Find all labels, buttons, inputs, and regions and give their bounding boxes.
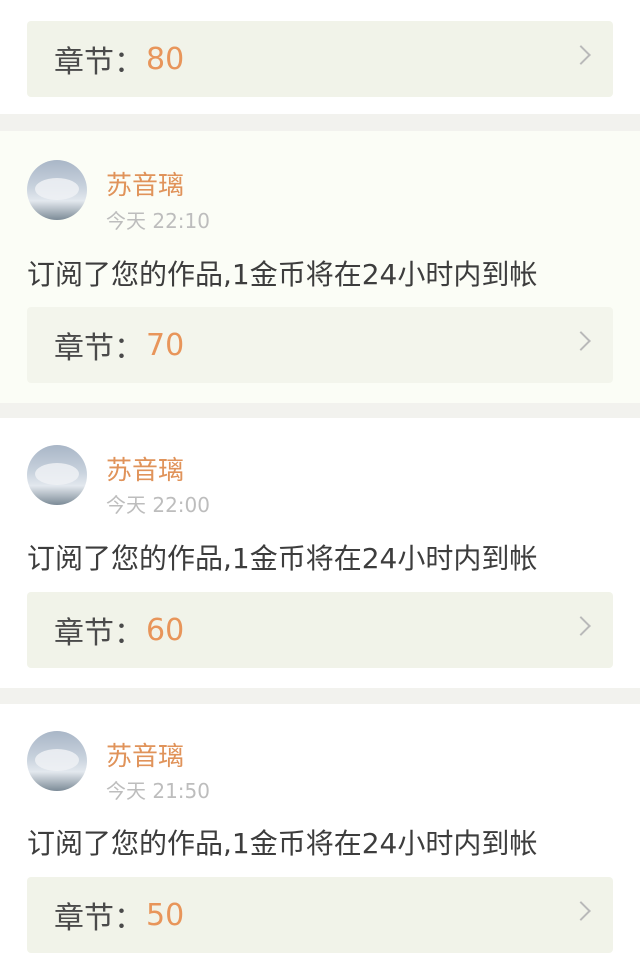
notification-message: 订阅了您的作品,1金币将在24小时内到帐	[27, 542, 538, 575]
chapter-link-row[interactable]: 章节： 80	[27, 21, 613, 97]
timestamp: 今天 22:10	[106, 209, 210, 233]
notification-message: 订阅了您的作品,1金币将在24小时内到帐	[27, 827, 538, 860]
chapter-link-row[interactable]: 章节： 70	[27, 307, 613, 383]
username[interactable]: 苏音璃	[106, 450, 184, 487]
notification-message: 订阅了您的作品,1金币将在24小时内到帐	[27, 258, 538, 291]
avatar[interactable]	[27, 445, 87, 505]
avatar[interactable]	[27, 731, 87, 791]
notification-card-partial: 章节： 80	[0, 0, 640, 114]
notification-card: 苏音璃 今天 22:10 订阅了您的作品,1金币将在24小时内到帐 章节： 70	[0, 131, 640, 403]
chevron-right-icon	[571, 331, 591, 351]
chapter-number: 60	[146, 612, 185, 648]
notification-card: 苏音璃 今天 21:50 订阅了您的作品,1金币将在24小时内到帐 章节： 50	[0, 704, 640, 970]
chapter-number: 70	[146, 327, 185, 363]
chevron-right-icon	[571, 45, 591, 65]
chapter-label: 章节：	[54, 901, 144, 936]
chevron-right-icon	[571, 616, 591, 636]
chapter-label: 章节：	[54, 331, 144, 366]
chapter-label: 章节：	[54, 616, 144, 651]
avatar[interactable]	[27, 160, 87, 220]
chapter-label: 章节：	[54, 45, 144, 80]
chapter-number: 80	[146, 41, 185, 77]
username[interactable]: 苏音璃	[106, 736, 184, 773]
username[interactable]: 苏音璃	[106, 165, 184, 202]
notification-card: 苏音璃 今天 22:00 订阅了您的作品,1金币将在24小时内到帐 章节： 60	[0, 418, 640, 688]
chevron-right-icon	[571, 901, 591, 921]
chapter-number: 50	[146, 897, 185, 933]
timestamp: 今天 21:50	[106, 779, 210, 803]
chapter-link-row[interactable]: 章节： 50	[27, 877, 613, 953]
timestamp: 今天 22:00	[106, 493, 210, 517]
chapter-link-row[interactable]: 章节： 60	[27, 592, 613, 668]
